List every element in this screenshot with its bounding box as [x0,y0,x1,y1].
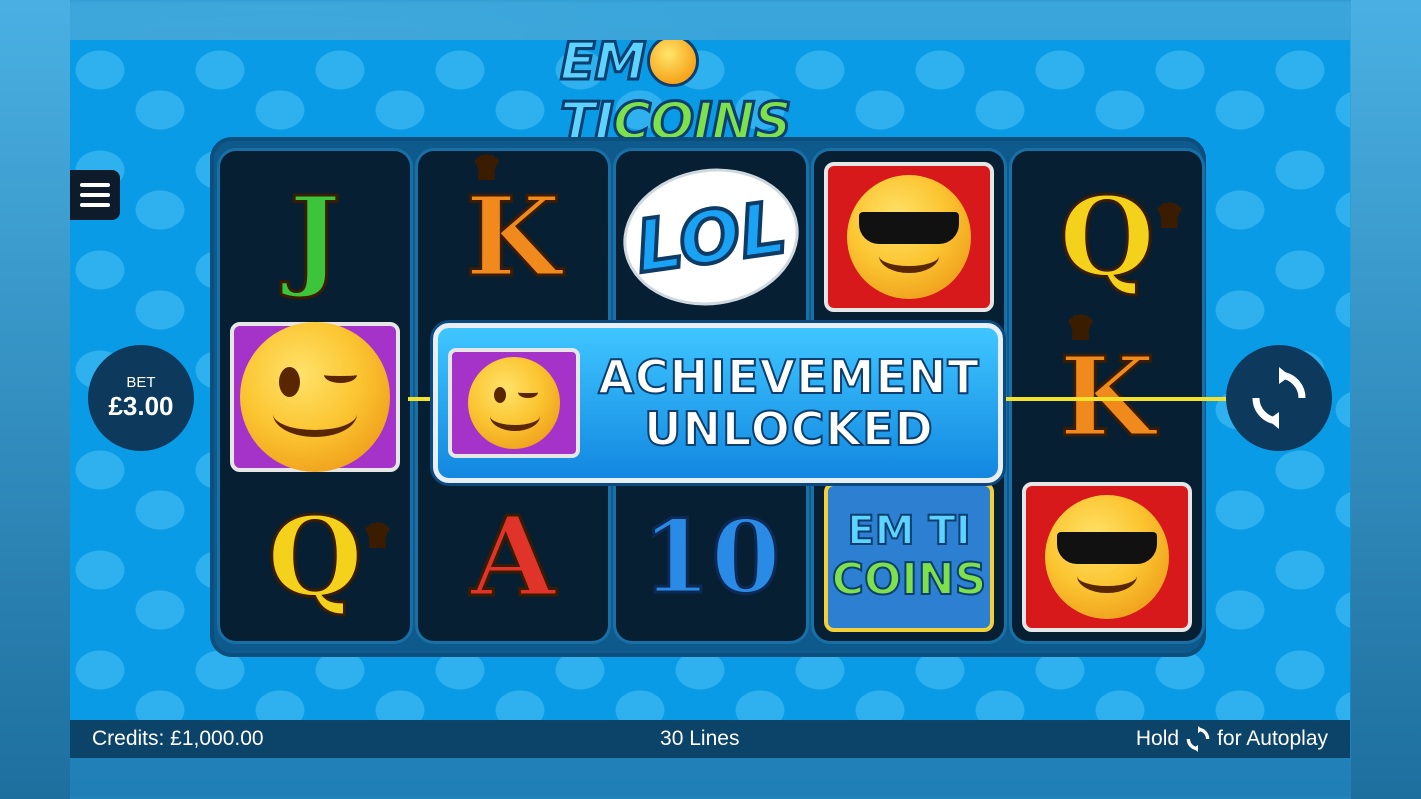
achievement-wink-icon [448,348,580,458]
symbol-letter: J [287,171,342,301]
reel-1: J Q ♛ [220,151,410,641]
symbol-emoticoins: EM TI COINS [819,479,999,634]
crown-icon: ♛ [1155,198,1185,234]
symbol-lol: LOL [614,156,808,317]
autoplay-hint: Hold for Autoplay [1136,726,1328,752]
crown-icon: ♛ [472,150,502,186]
symbol-letter: Q ♛ [266,491,393,621]
logo-text-em: EM [558,40,647,94]
bet-button[interactable]: BET £3.00 [88,345,194,451]
wink-emoji-icon [230,321,400,472]
sunglasses-emoji-icon [1022,481,1192,632]
symbol-q: Q ♛ [225,479,405,634]
right-backdrop-edge [1351,0,1421,799]
symbol-cool-emoji [1017,479,1197,634]
achievement-text: ACHIEVEMENT UNLOCKED [580,350,998,456]
spin-button[interactable] [1226,345,1332,451]
bet-value: £3.00 [108,391,174,421]
bet-label: BET [126,374,156,391]
symbol-10: 10 [621,479,801,634]
emoticoins-scatter-icon: EM TI COINS [824,481,994,632]
autoplay-spin-icon [1186,726,1210,752]
symbol-letter: 10 [640,497,782,616]
symbol-cool-emoji [819,159,999,314]
hold-label: Hold [1135,727,1180,750]
game-logo: EMTICOINS [558,40,860,154]
game-stage: EMTICOINS J Q ♛ K ♛ A LOL 10 EM TI COINS Q ♛ K ♛ ACHI… [70,40,1350,720]
symbol-q: Q ♛ [1017,159,1197,314]
crown-icon: ♛ [1066,310,1096,346]
symbol-letter: K ♛ [464,150,563,301]
symbol-a: A [423,479,603,634]
symbol-letter: Q ♛ [1058,171,1185,301]
autoplay-label: for Autoplay [1217,727,1328,750]
status-bar: Credits: £1,000.00 30 Lines Hold for Aut… [70,720,1350,758]
achievement-line2: UNLOCKED [643,402,934,456]
symbol-wink-emoji [225,319,405,474]
spin-icon [1252,367,1306,429]
crown-icon: ♛ [363,518,393,554]
menu-button[interactable] [70,170,120,220]
reel-5: Q ♛ K ♛ [1012,151,1202,641]
achievement-banner: ACHIEVEMENT UNLOCKED [433,323,1003,483]
lol-bubble-icon: LOL [614,156,808,317]
lines-display: 30 Lines [660,727,740,750]
achievement-line1: ACHIEVEMENT [597,350,980,404]
symbol-letter: A [469,491,557,621]
sunglasses-emoji-icon [824,161,994,312]
logo-smiley-icon [647,40,700,87]
left-backdrop-edge [0,0,70,799]
hamburger-icon [80,183,110,187]
symbol-j: J [225,159,405,314]
symbol-k: K ♛ [423,150,603,314]
credits-display: Credits: £1,000.00 [92,727,264,750]
